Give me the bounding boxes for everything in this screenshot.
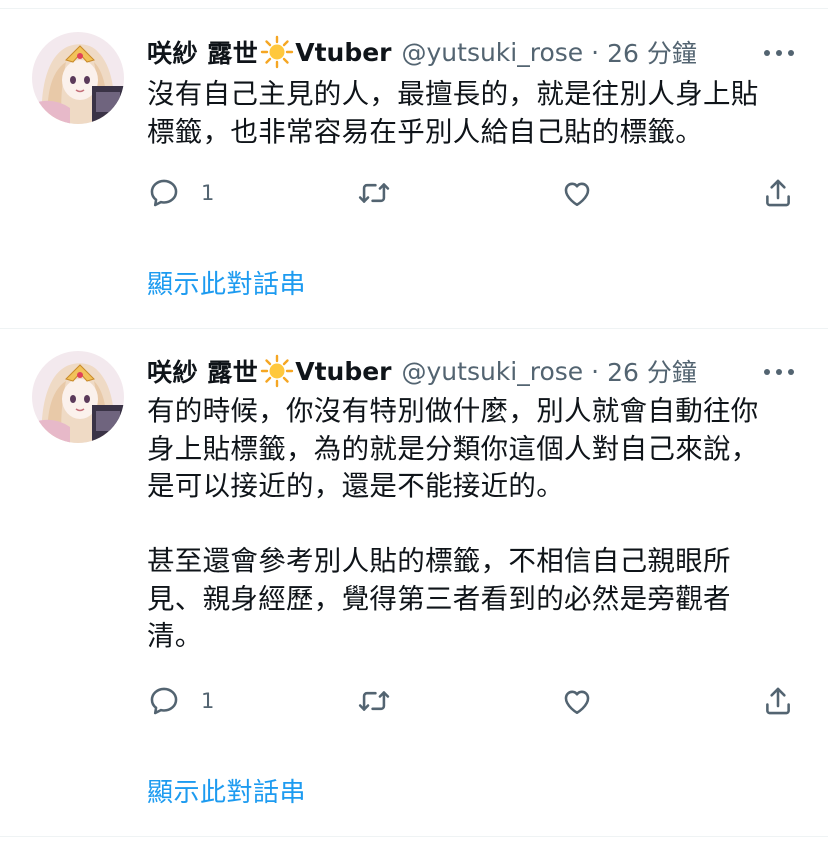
divider-bottom bbox=[0, 836, 828, 837]
avatar[interactable] bbox=[32, 32, 124, 124]
reply-count: 1 bbox=[201, 689, 215, 713]
share-icon bbox=[766, 687, 790, 715]
share-button[interactable] bbox=[761, 176, 795, 210]
display-name[interactable]: 咲紗 露世 bbox=[147, 353, 258, 389]
tweet-header: 咲紗 露世 Vtuber @yutsuki_rose · 26 分鐘 bbox=[147, 353, 697, 389]
show-thread-link[interactable]: 顯示此對話串 bbox=[147, 772, 306, 809]
sun-emoji-icon bbox=[260, 354, 294, 388]
like-button[interactable] bbox=[560, 684, 594, 718]
tweet-actions: 1 bbox=[147, 684, 797, 718]
separator-dot: · bbox=[591, 37, 600, 67]
tweet-actions: 1 bbox=[147, 176, 797, 210]
share-icon bbox=[766, 179, 790, 207]
reply-icon bbox=[150, 687, 178, 715]
user-handle[interactable]: @yutsuki_rose bbox=[402, 357, 584, 386]
retweet-button[interactable] bbox=[357, 176, 391, 210]
tweet-1[interactable]: 咲紗 露世 Vtuber @yutsuki_rose · 26 分鐘 沒有自己主… bbox=[0, 0, 828, 328]
user-handle[interactable]: @yutsuki_rose bbox=[402, 38, 584, 67]
display-name-suffix[interactable]: Vtuber bbox=[295, 38, 391, 67]
heart-icon bbox=[564, 182, 590, 207]
retweet-icon bbox=[358, 691, 390, 711]
timestamp[interactable]: 26 分鐘 bbox=[607, 353, 697, 389]
tweet-text: 沒有自己主見的人，最擅長的，就是往別人身上貼 標籤，也非常容易在乎別人給自己貼的… bbox=[147, 78, 759, 148]
retweet-button[interactable] bbox=[357, 684, 391, 718]
reply-button[interactable]: 1 bbox=[147, 176, 214, 210]
display-name[interactable]: 咲紗 露世 bbox=[147, 34, 258, 70]
more-icon[interactable] bbox=[764, 367, 794, 377]
reply-count: 1 bbox=[201, 181, 215, 205]
timestamp[interactable]: 26 分鐘 bbox=[607, 34, 697, 70]
reply-icon bbox=[150, 179, 178, 207]
retweet-icon bbox=[358, 183, 390, 203]
tweet-2[interactable]: 咲紗 露世 Vtuber @yutsuki_rose · 26 分鐘 有的時候，… bbox=[0, 329, 828, 836]
show-thread-link[interactable]: 顯示此對話串 bbox=[147, 264, 306, 301]
avatar[interactable] bbox=[32, 351, 124, 443]
share-button[interactable] bbox=[761, 684, 795, 718]
heart-icon bbox=[564, 690, 590, 715]
tweet-text: 有的時候，你沒有特別做什麼，別人就會自動往你 身上貼標籤，為的就是分類你這個人對… bbox=[147, 395, 759, 652]
tweet-header: 咲紗 露世 Vtuber @yutsuki_rose · 26 分鐘 bbox=[147, 34, 697, 70]
like-button[interactable] bbox=[560, 176, 594, 210]
separator-dot: · bbox=[591, 356, 600, 386]
display-name-suffix[interactable]: Vtuber bbox=[295, 357, 391, 386]
more-icon[interactable] bbox=[764, 48, 794, 58]
reply-button[interactable]: 1 bbox=[147, 684, 214, 718]
sun-emoji-icon bbox=[260, 35, 294, 69]
